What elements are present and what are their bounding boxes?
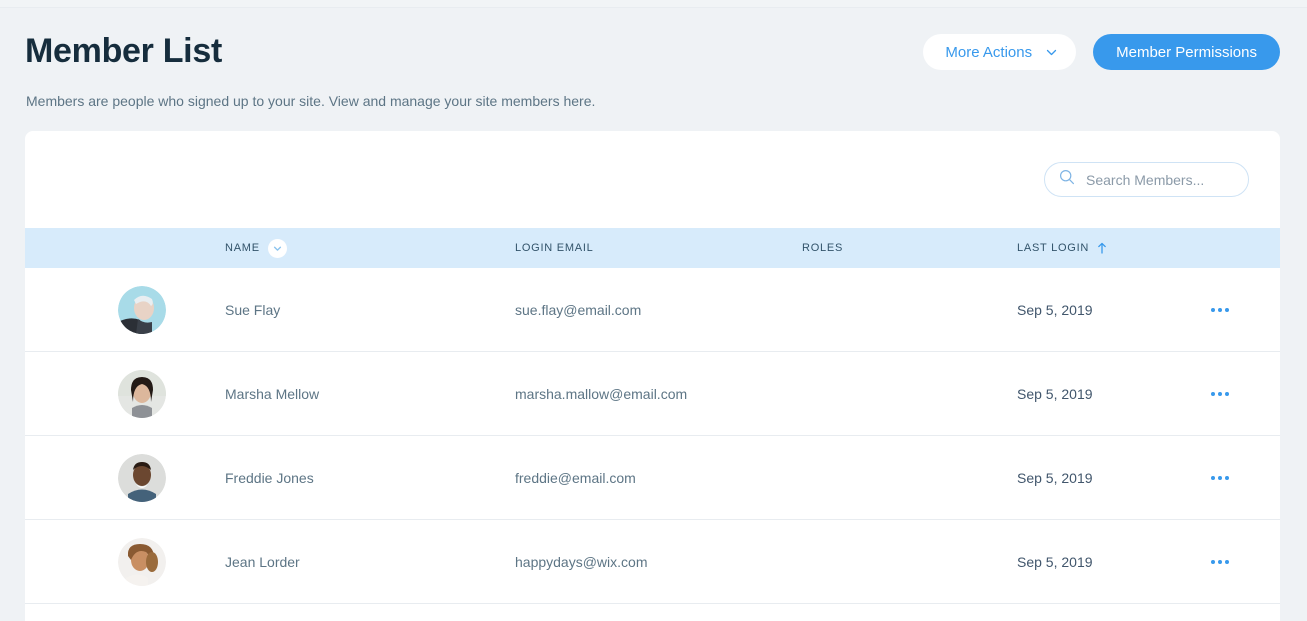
table-row[interactable]: Sue Flay sue.flay@email.com Sep 5, 2019: [25, 268, 1280, 352]
member-permissions-button[interactable]: Member Permissions: [1093, 34, 1280, 70]
avatar: [118, 454, 166, 502]
column-header-roles[interactable]: ROLES: [802, 228, 843, 268]
page-header: Member List Members are people who signe…: [0, 8, 1307, 131]
search-members-box[interactable]: [1044, 162, 1249, 197]
member-name: Sue Flay: [225, 268, 280, 352]
table-header-row: NAME LOGIN EMAIL ROLES LAST LOGIN: [25, 228, 1280, 268]
column-header-login-email-label: LOGIN EMAIL: [515, 242, 594, 254]
chevron-down-icon[interactable]: [268, 239, 287, 258]
more-options-icon[interactable]: [1211, 520, 1229, 604]
column-header-last-login[interactable]: LAST LOGIN: [1017, 228, 1107, 268]
chevron-down-icon: [1046, 45, 1057, 56]
member-email: happydays@wix.com: [515, 520, 648, 604]
member-email: freddie@email.com: [515, 436, 636, 520]
header-action-buttons: More Actions Member Permissions: [923, 34, 1280, 70]
more-options-icon[interactable]: [1211, 352, 1229, 436]
table-row[interactable]: Marsha Mellow marsha.mallow@email.com Se…: [25, 352, 1280, 436]
member-last-login: Sep 5, 2019: [1017, 268, 1093, 352]
member-list-card: NAME LOGIN EMAIL ROLES LAST LOGIN: [25, 131, 1280, 621]
more-actions-label: More Actions: [945, 44, 1032, 61]
member-permissions-label: Member Permissions: [1116, 44, 1257, 61]
avatar: [118, 538, 166, 586]
page-subtitle: Members are people who signed up to your…: [26, 91, 595, 111]
page-title: Member List: [25, 31, 222, 71]
arrow-up-icon[interactable]: [1097, 242, 1107, 254]
column-header-name-label: NAME: [225, 242, 260, 254]
more-options-icon[interactable]: [1211, 436, 1229, 520]
search-icon: [1059, 169, 1075, 190]
more-actions-button[interactable]: More Actions: [923, 34, 1076, 70]
member-last-login: Sep 5, 2019: [1017, 352, 1093, 436]
more-options-icon[interactable]: [1211, 268, 1229, 352]
table-row[interactable]: Freddie Jones freddie@email.com Sep 5, 2…: [25, 436, 1280, 520]
column-header-last-login-label: LAST LOGIN: [1017, 242, 1089, 254]
member-name: Jean Lorder: [225, 520, 300, 604]
search-input[interactable]: [1086, 172, 1234, 188]
column-header-name[interactable]: NAME: [225, 228, 287, 268]
table-row[interactable]: [25, 604, 1280, 621]
member-last-login: Sep 5, 2019: [1017, 520, 1093, 604]
member-name: Freddie Jones: [225, 436, 314, 520]
column-header-login-email[interactable]: LOGIN EMAIL: [515, 228, 594, 268]
member-email: sue.flay@email.com: [515, 268, 641, 352]
member-name: Marsha Mellow: [225, 352, 319, 436]
avatar: [118, 286, 166, 334]
member-email: marsha.mallow@email.com: [515, 352, 687, 436]
top-edge-strip: [0, 0, 1307, 8]
member-last-login: Sep 5, 2019: [1017, 436, 1093, 520]
column-header-roles-label: ROLES: [802, 242, 843, 254]
card-toolbar: [25, 131, 1280, 228]
avatar: [118, 370, 166, 418]
table-row[interactable]: Jean Lorder happydays@wix.com Sep 5, 201…: [25, 520, 1280, 604]
